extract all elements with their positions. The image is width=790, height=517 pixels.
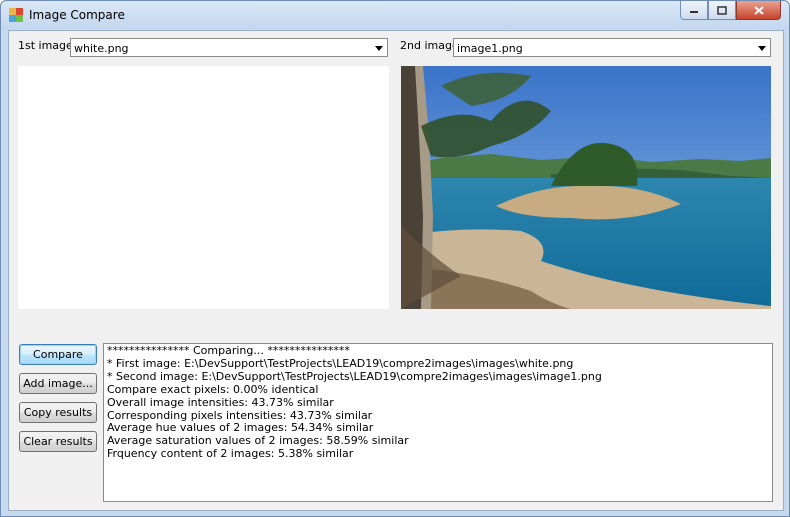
minimize-button[interactable]	[680, 1, 708, 20]
first-image-view	[18, 66, 389, 309]
landscape-photo	[401, 66, 771, 309]
close-icon	[753, 5, 764, 15]
copy-results-button[interactable]: Copy results	[19, 402, 97, 423]
result-line: Compare exact pixels: 0.00% identical	[107, 382, 319, 396]
clear-results-button[interactable]: Clear results	[19, 431, 97, 452]
result-line: * Second image: E:\DevSupport\TestProjec…	[107, 369, 602, 383]
chevron-down-icon	[375, 46, 383, 51]
result-line: Overall image intensities: 43.73% simila…	[107, 395, 334, 409]
result-line: *************** Comparing... ***********…	[107, 344, 350, 357]
second-image-label: 2nd image	[400, 39, 459, 52]
minimize-icon	[690, 11, 698, 13]
results-textbox[interactable]: *************** Comparing... ***********…	[103, 343, 773, 502]
first-image-value: white.png	[74, 42, 129, 55]
second-image-view	[401, 66, 771, 309]
client-area: 1st image white.png 2nd image image1.png	[8, 30, 784, 511]
close-button[interactable]	[736, 1, 781, 20]
title-bar[interactable]: Image Compare	[1, 1, 789, 29]
first-image-combo[interactable]: white.png	[70, 38, 388, 57]
compare-button[interactable]: Compare	[19, 344, 97, 365]
caption-buttons	[680, 1, 781, 21]
maximize-icon	[717, 5, 727, 15]
result-line: Frquency content of 2 images: 5.38% simi…	[107, 447, 354, 461]
app-icon	[9, 8, 23, 22]
app-window: Image Compare 1st image white.png 2nd im…	[0, 0, 790, 517]
window-title: Image Compare	[29, 8, 125, 22]
second-image-value: image1.png	[457, 42, 523, 55]
chevron-down-icon	[758, 46, 766, 51]
second-image-combo[interactable]: image1.png	[453, 38, 771, 57]
add-image-button[interactable]: Add image...	[19, 373, 97, 394]
first-image-label: 1st image	[18, 39, 73, 52]
result-line: * First image: E:\DevSupport\TestProject…	[107, 356, 574, 370]
maximize-button[interactable]	[708, 1, 736, 20]
